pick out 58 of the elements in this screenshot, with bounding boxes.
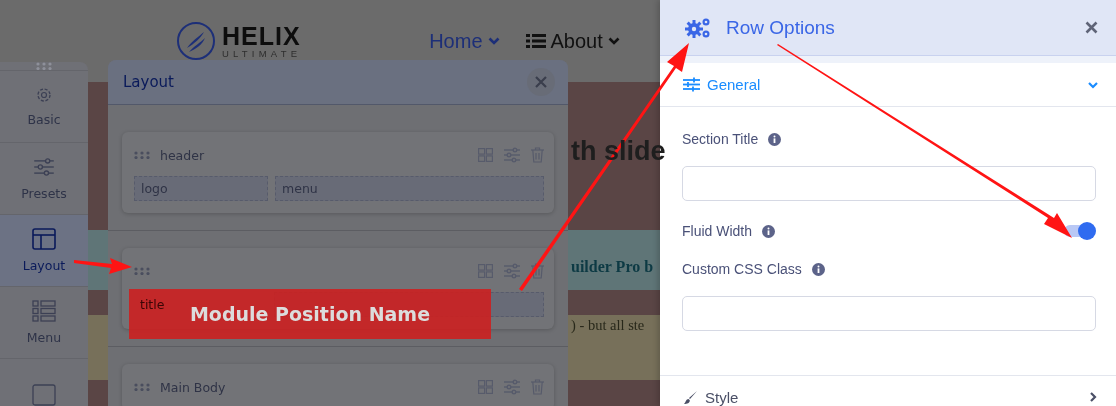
- sliders-icon: [33, 156, 55, 178]
- grid-icon[interactable]: [478, 148, 493, 162]
- sliders-icon[interactable]: [503, 262, 521, 280]
- sidebar-item[interactable]: Basic: [0, 71, 88, 143]
- info-icon: [811, 262, 825, 276]
- row-name: header: [160, 147, 205, 163]
- list-icon: [32, 300, 56, 322]
- info-icon: [762, 224, 776, 238]
- field-label: Section Title: [682, 131, 1096, 147]
- sliders-icon: [683, 77, 700, 92]
- sliders-icon[interactable]: [503, 146, 521, 164]
- info-icon: [768, 132, 782, 146]
- trash-icon[interactable]: [531, 379, 544, 395]
- close-icon: [535, 76, 547, 88]
- page-text: uilder Pro b: [571, 258, 654, 276]
- column-cell[interactable]: menu: [275, 176, 544, 201]
- page-text: ) - but all ste: [571, 317, 645, 334]
- drag-handle-icon[interactable]: [134, 383, 150, 391]
- drag-handle-icon[interactable]: [134, 151, 150, 159]
- trash-icon[interactable]: [531, 263, 544, 279]
- list-icon: [525, 33, 546, 49]
- grid-icon[interactable]: [478, 264, 493, 278]
- trash-icon[interactable]: [531, 147, 544, 163]
- section-header[interactable]: Style: [660, 375, 1116, 406]
- close-icon: [1085, 21, 1098, 34]
- field-label: Custom CSS Class: [682, 261, 1096, 277]
- column-cell[interactable]: title: [140, 297, 165, 312]
- close-button[interactable]: [1085, 21, 1098, 34]
- brush-icon: [683, 389, 698, 405]
- logo-icon: [176, 21, 216, 61]
- logo-tagline: ULTIMATE: [222, 48, 302, 59]
- gear-icon: [35, 86, 53, 104]
- column-cell[interactable]: logo: [134, 176, 269, 201]
- sliders-icon[interactable]: [503, 378, 521, 396]
- grid-icon[interactable]: [478, 380, 493, 394]
- modal-title: Layout: [123, 73, 174, 91]
- input-field[interactable]: [682, 166, 1096, 201]
- close-button[interactable]: [527, 68, 555, 96]
- row-name: Main Body: [160, 379, 226, 395]
- sidebar-item[interactable]: Menu: [0, 287, 88, 359]
- sidebar-item[interactable]: Layout: [0, 215, 88, 287]
- annotation-arrow: [74, 258, 132, 274]
- chevron-down-icon: [1088, 79, 1098, 90]
- field-label: Fluid Width: [682, 223, 776, 239]
- panel-icon: [32, 383, 56, 406]
- chevron-right-icon: [1088, 392, 1098, 402]
- toggle-switch[interactable]: [1064, 222, 1096, 240]
- nav-link[interactable]: About: [525, 29, 620, 53]
- logo-name: HELIX: [222, 23, 302, 49]
- layout-icon: [32, 228, 56, 250]
- nav-link[interactable]: Home: [429, 29, 500, 53]
- chevron-down-icon: [487, 37, 500, 45]
- input-field[interactable]: [682, 296, 1096, 331]
- drag-handle-icon[interactable]: [134, 267, 150, 275]
- section-header[interactable]: General: [660, 63, 1116, 107]
- chevron-down-icon: [607, 37, 620, 45]
- panel-title: Row Options: [726, 16, 835, 39]
- drag-handle-icon[interactable]: [36, 62, 52, 70]
